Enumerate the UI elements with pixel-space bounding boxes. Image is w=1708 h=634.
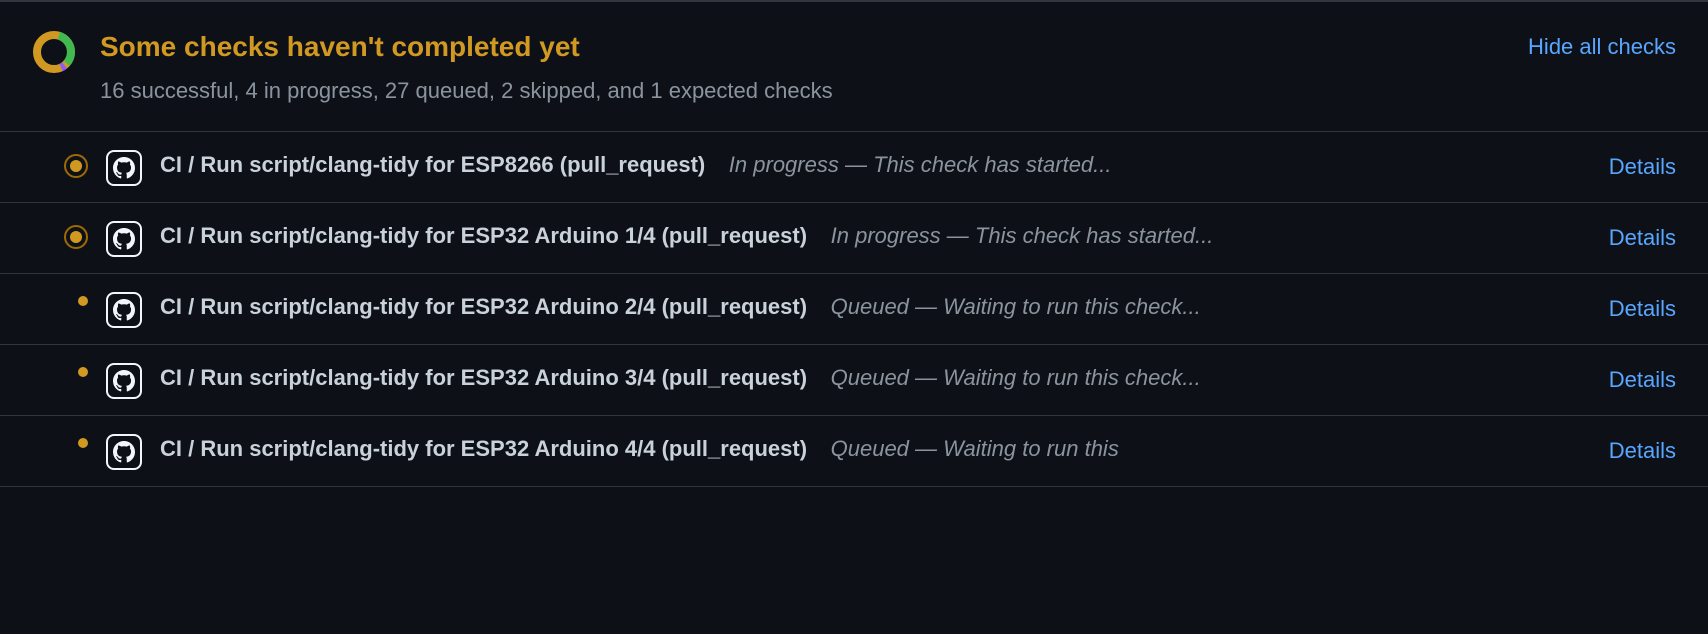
github-avatar-icon <box>106 363 142 399</box>
github-avatar-icon <box>106 150 142 186</box>
status-column <box>32 290 88 306</box>
status-column <box>32 361 88 377</box>
check-content: CI / Run script/clang-tidy for ESP32 Ard… <box>160 290 1260 323</box>
status-column <box>32 148 88 178</box>
check-content: CI / Run script/clang-tidy for ESP32 Ard… <box>160 432 1260 465</box>
details-link[interactable]: Details <box>1609 361 1676 396</box>
header-title: Some checks haven't completed yet <box>100 26 1528 68</box>
checks-header: Some checks haven't completed yet 16 suc… <box>0 1 1708 132</box>
check-status-text: Queued — Waiting to run this <box>831 436 1119 461</box>
avatar-column <box>100 219 148 257</box>
avatar-column <box>100 432 148 470</box>
details-link[interactable]: Details <box>1609 219 1676 254</box>
details-link[interactable]: Details <box>1609 290 1676 325</box>
check-content: CI / Run script/clang-tidy for ESP8266 (… <box>160 148 1260 181</box>
check-name: CI / Run script/clang-tidy for ESP32 Ard… <box>160 294 807 319</box>
in-progress-icon <box>64 154 88 178</box>
details-link[interactable]: Details <box>1609 432 1676 467</box>
checks-panel: Some checks haven't completed yet 16 suc… <box>0 0 1708 487</box>
hide-all-checks-link[interactable]: Hide all checks <box>1528 30 1676 63</box>
check-status-text: Queued — Waiting to run this check... <box>831 294 1201 319</box>
avatar-column <box>100 361 148 399</box>
github-avatar-icon <box>106 292 142 328</box>
github-avatar-icon <box>106 221 142 257</box>
status-column <box>32 219 88 249</box>
check-row: CI / Run script/clang-tidy for ESP32 Ard… <box>0 345 1708 416</box>
queued-icon <box>78 438 88 448</box>
check-row: CI / Run script/clang-tidy for ESP32 Ard… <box>0 203 1708 274</box>
check-row: CI / Run script/clang-tidy for ESP8266 (… <box>0 132 1708 203</box>
check-status-text: In progress — This check has started... <box>729 152 1112 177</box>
check-name: CI / Run script/clang-tidy for ESP32 Ard… <box>160 365 807 390</box>
check-name: CI / Run script/clang-tidy for ESP8266 (… <box>160 152 705 177</box>
check-name: CI / Run script/clang-tidy for ESP32 Ard… <box>160 223 807 248</box>
details-link[interactable]: Details <box>1609 148 1676 183</box>
in-progress-icon <box>64 225 88 249</box>
status-column <box>32 432 88 448</box>
check-name: CI / Run script/clang-tidy for ESP32 Ard… <box>160 436 807 461</box>
status-donut-icon <box>32 30 76 74</box>
avatar-column <box>100 148 148 186</box>
queued-icon <box>78 367 88 377</box>
check-content: CI / Run script/clang-tidy for ESP32 Ard… <box>160 361 1260 394</box>
check-status-text: In progress — This check has started... <box>831 223 1214 248</box>
check-row: CI / Run script/clang-tidy for ESP32 Ard… <box>0 416 1708 486</box>
header-text-block: Some checks haven't completed yet 16 suc… <box>100 26 1528 107</box>
avatar-column <box>100 290 148 328</box>
check-status-text: Queued — Waiting to run this check... <box>831 365 1201 390</box>
header-subtitle: 16 successful, 4 in progress, 27 queued,… <box>100 74 1528 107</box>
check-content: CI / Run script/clang-tidy for ESP32 Ard… <box>160 219 1260 252</box>
check-row: CI / Run script/clang-tidy for ESP32 Ard… <box>0 274 1708 345</box>
github-avatar-icon <box>106 434 142 470</box>
queued-icon <box>78 296 88 306</box>
